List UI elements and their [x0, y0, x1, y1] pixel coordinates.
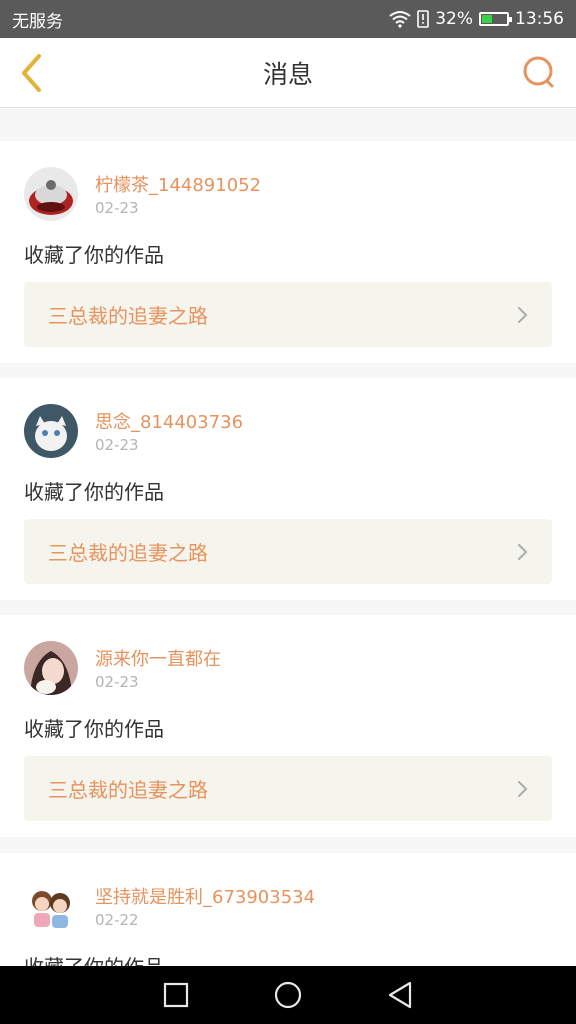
battery-icon — [479, 12, 512, 26]
chevron-right-icon — [517, 780, 528, 798]
sim-alert-icon — [417, 10, 430, 28]
message-date: 02-23 — [95, 199, 139, 217]
message-action: 收藏了你的作品 — [24, 243, 164, 267]
message-list[interactable]: 柠檬茶_144891052 02-23 收藏了你的作品 三总裁的追妻之路 思念_… — [0, 109, 576, 966]
nav-bar: 消息 — [0, 38, 576, 108]
work-title: 三总裁的追妻之路 — [48, 778, 208, 802]
back-nav-button[interactable] — [384, 979, 416, 1011]
search-button[interactable] — [520, 54, 558, 92]
page-title: 消息 — [262, 59, 313, 89]
avatar[interactable] — [24, 641, 78, 695]
avatar[interactable] — [24, 879, 78, 933]
work-title: 三总裁的追妻之路 — [48, 541, 208, 565]
work-link[interactable]: 三总裁的追妻之路 — [24, 519, 552, 584]
work-title: 三总裁的追妻之路 — [48, 304, 208, 328]
back-button[interactable] — [12, 52, 52, 94]
message-action: 收藏了你的作品 — [24, 480, 164, 504]
triangle-back-icon — [388, 981, 412, 1009]
work-link[interactable]: 三总裁的追妻之路 — [24, 282, 552, 347]
username[interactable]: 源来你一直都在 — [95, 645, 221, 671]
search-icon — [523, 56, 554, 88]
status-bar: 无服务 32% 13:56 — [0, 0, 576, 38]
recent-apps-button[interactable] — [160, 979, 192, 1011]
message-card: 源来你一直都在 02-23 收藏了你的作品 三总裁的追妻之路 — [0, 615, 576, 837]
username[interactable]: 坚持就是胜利_673903534 — [95, 883, 315, 909]
chevron-right-icon — [517, 306, 528, 324]
message-date: 02-23 — [95, 436, 139, 454]
chevron-right-icon — [517, 543, 528, 561]
message-card: 柠檬茶_144891052 02-23 收藏了你的作品 三总裁的追妻之路 — [0, 141, 576, 363]
avatar[interactable] — [24, 167, 78, 221]
message-date: 02-22 — [95, 911, 139, 929]
circle-icon — [274, 981, 302, 1009]
message-action: 收藏了你的作品 — [24, 717, 164, 741]
wifi-icon — [389, 11, 411, 28]
carrier-label: 无服务 — [12, 11, 63, 32]
message-card: 思念_814403736 02-23 收藏了你的作品 三总裁的追妻之路 — [0, 378, 576, 600]
message-card: 坚持就是胜利_673903534 02-22 收藏了你的作品 — [0, 853, 576, 966]
message-action: 收藏了你的作品 — [24, 951, 164, 966]
username[interactable]: 柠檬茶_144891052 — [95, 171, 261, 197]
chevron-left-icon — [22, 54, 41, 92]
avatar[interactable] — [24, 404, 78, 458]
clock: 13:56 — [515, 9, 564, 29]
battery-percent: 32% — [435, 9, 473, 29]
square-icon — [163, 982, 189, 1008]
home-button[interactable] — [272, 979, 304, 1011]
message-date: 02-23 — [95, 673, 139, 691]
system-nav-bar — [0, 966, 576, 1024]
work-link[interactable]: 三总裁的追妻之路 — [24, 756, 552, 821]
username[interactable]: 思念_814403736 — [95, 408, 243, 434]
